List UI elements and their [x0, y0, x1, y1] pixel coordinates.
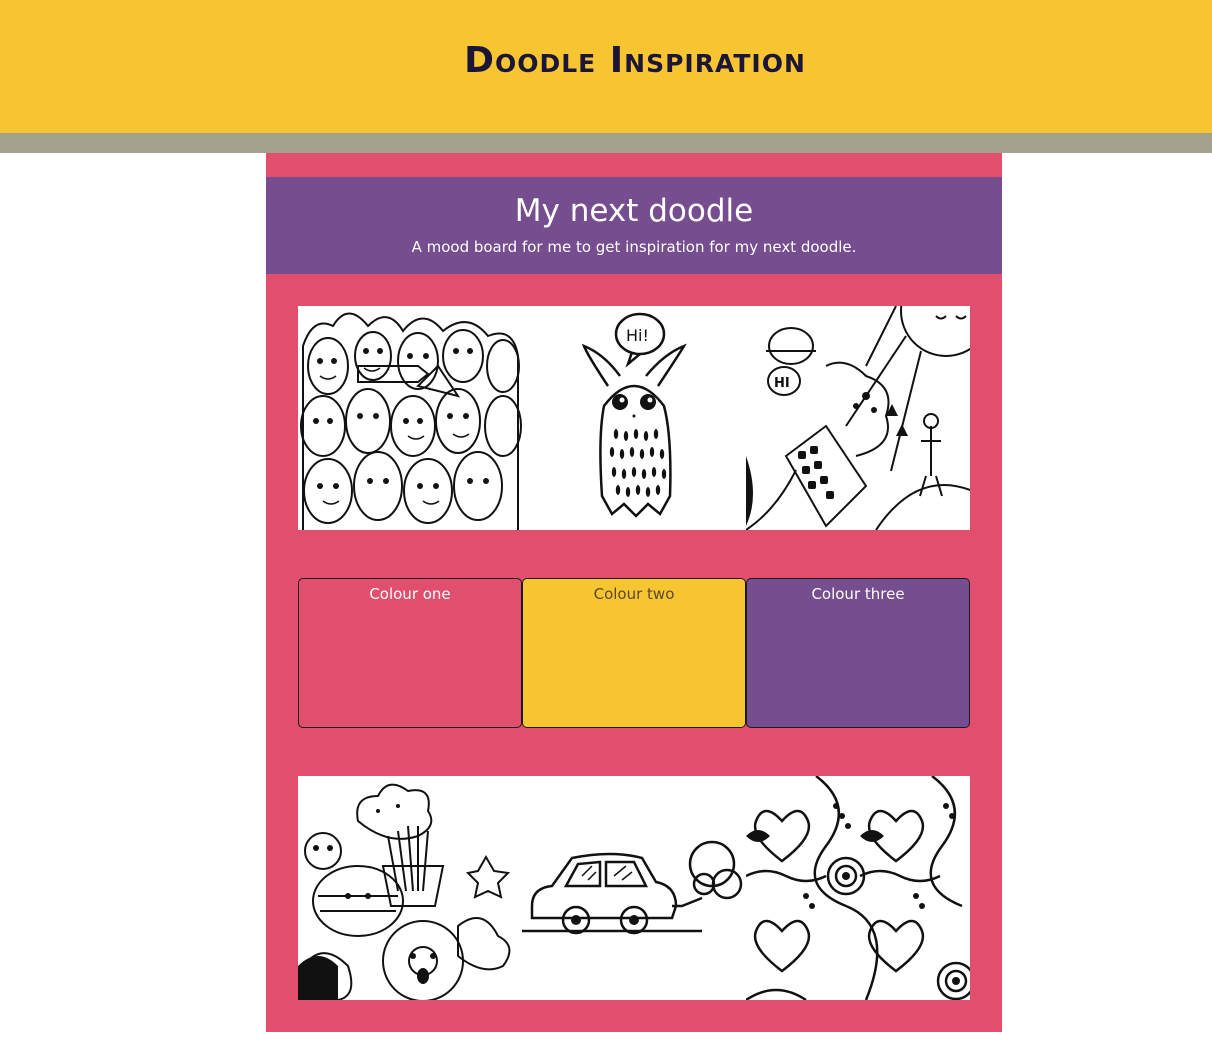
hi-monster-doodle-icon: Hi! [522, 306, 746, 530]
board-subtitle: A mood board for me to get inspiration f… [411, 238, 857, 256]
food-characters-doodle-icon [298, 776, 522, 1000]
image-row-bottom [298, 776, 970, 1000]
car-image [522, 776, 746, 1000]
board-banner: My next doodle A mood board for me to ge… [266, 177, 1002, 274]
swatch-colour-three: Colour three [746, 578, 970, 728]
swatch-label: Colour two [593, 585, 675, 603]
board-title: My next doodle [514, 193, 754, 229]
monster-crowd-doodle-icon [298, 306, 522, 530]
monster-crowd-image [298, 306, 522, 530]
hi-bubble-text: HI [774, 376, 790, 391]
hi-speech-text: Hi! [626, 326, 649, 345]
heart-pattern-doodle-icon [746, 776, 970, 1000]
site-header: Doodle Inspiration [0, 0, 1212, 133]
mood-board: My next doodle A mood board for me to ge… [266, 153, 1002, 1032]
colour-swatches: Colour one Colour two Colour three [298, 578, 970, 728]
swatch-label: Colour one [369, 585, 451, 603]
sun-city-doodle-icon: HI [746, 306, 970, 530]
heart-pattern-image [746, 776, 970, 1000]
swatch-colour-one: Colour one [298, 578, 522, 728]
sun-city-image: HI [746, 306, 970, 530]
swatch-colour-two: Colour two [522, 578, 746, 728]
image-row-top: Hi! HI [298, 306, 970, 530]
hi-monster-image: Hi! [522, 306, 746, 530]
swatch-label: Colour three [811, 585, 905, 603]
header-divider [0, 133, 1212, 153]
site-title: Doodle Inspiration [464, 40, 806, 81]
car-doodle-icon [522, 776, 746, 1000]
food-characters-image [298, 776, 522, 1000]
